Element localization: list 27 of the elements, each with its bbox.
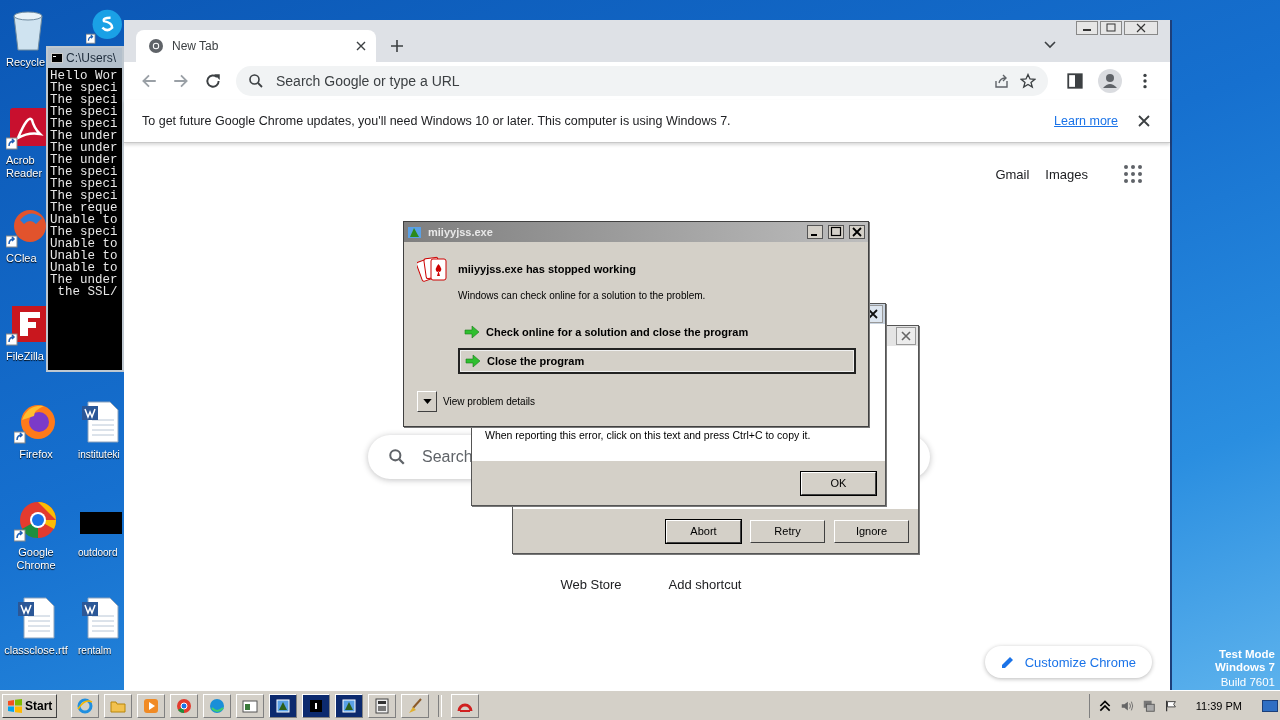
console-line: The speci (50, 82, 119, 94)
dialog-message: Windows can check online for a solution to the problem. (458, 290, 707, 301)
console-line: The under (50, 130, 119, 142)
console-line: Unable to (50, 262, 119, 274)
infobar-message: To get future Google Chrome updates, you'll need Windows 10 or later. This computer is using Windows 7. (142, 114, 732, 128)
watermark-text: Build 7601 (1220, 676, 1275, 689)
console-line: The speci (50, 166, 119, 178)
console-line: The speci (50, 226, 119, 238)
console-line: The under (50, 154, 119, 166)
console-line: The speci (50, 94, 119, 106)
watermark-text: Test Mode (1219, 648, 1275, 661)
window-title: miiyyjss.exe (428, 226, 493, 238)
console-line: The under (50, 274, 119, 286)
console-line: Unable to (50, 238, 119, 250)
console-line: Unable to (50, 214, 119, 226)
console-line: The speci (50, 106, 119, 118)
watermark-text: Windows 7 (1215, 661, 1275, 674)
console-line: The speci (50, 118, 119, 130)
console-line: Hello Wor (50, 70, 119, 82)
dialog-heading: miiyyjss.exe has stopped working (458, 263, 636, 275)
console-line: The under (50, 142, 119, 154)
console-line: The speci (50, 178, 119, 190)
console-line: Unable to (50, 250, 119, 262)
window-title: C:\Users\ (66, 51, 116, 65)
console-line: The speci (50, 190, 119, 202)
console-line: The reque (50, 202, 119, 214)
console-line: the SSL/ (56, 286, 119, 298)
